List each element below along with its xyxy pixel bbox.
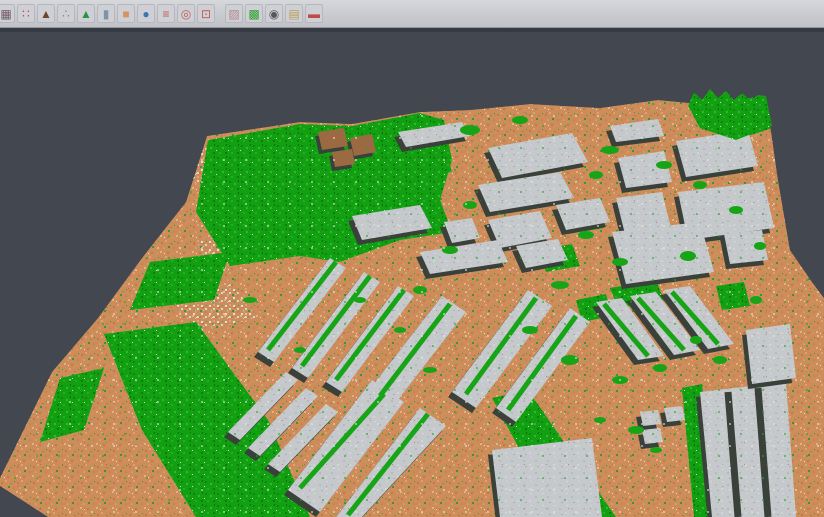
checker-pattern-icon-glyph: ▨ <box>228 8 239 20</box>
building-class-icon-glyph: ▮ <box>103 8 110 20</box>
checker-pattern-icon[interactable]: ▨ <box>225 4 243 23</box>
terrain-hill-icon[interactable]: ▲ <box>37 4 55 23</box>
globe-model-icon[interactable]: ● <box>137 4 155 23</box>
profile-stack-icon[interactable]: ≡ <box>157 4 175 23</box>
measurement-icon-glyph: ▤ <box>288 8 299 20</box>
classify-tool-icon[interactable]: ▦ <box>0 4 15 23</box>
circle-selection-icon-glyph: ◎ <box>181 8 191 20</box>
ground-class-icon-glyph: ■ <box>122 8 129 20</box>
vegetation-class-icon[interactable]: ▲ <box>77 4 95 23</box>
classify-tool-icon-glyph: ▦ <box>0 8 11 20</box>
measurement-icon[interactable]: ▤ <box>285 4 303 23</box>
flag-report-icon-glyph: ▬ <box>308 8 320 20</box>
low-points-icon-glyph: ∴ <box>62 8 70 20</box>
3d-viewport[interactable] <box>0 28 824 517</box>
circle-selection-icon[interactable]: ◎ <box>177 4 195 23</box>
classification-palette-icon-glyph: ▩ <box>248 8 259 20</box>
globe-model-icon-glyph: ● <box>142 8 149 20</box>
point-cloud-scene <box>0 28 824 517</box>
fence-selection-icon[interactable]: ⊡ <box>197 4 215 23</box>
point-classes-icon[interactable]: ∷ <box>17 4 35 23</box>
ground-class-icon[interactable]: ■ <box>117 4 135 23</box>
low-points-icon[interactable]: ∴ <box>57 4 75 23</box>
terrain-hill-icon-glyph: ▲ <box>40 8 52 20</box>
toolbar-separator <box>216 5 224 23</box>
flag-report-icon[interactable]: ▬ <box>305 4 323 23</box>
fence-selection-icon-glyph: ⊡ <box>201 8 211 20</box>
point-classes-icon-glyph: ∷ <box>22 8 30 20</box>
building-class-icon[interactable]: ▮ <box>97 4 115 23</box>
vegetation-class-icon-glyph: ▲ <box>80 8 92 20</box>
main-toolbar: ▦ ∷ ▲ ∴ ▲ ▮ ■ ● ≡ ◎ ⊡ ▨ ▩ ◉ ▤ ▬ <box>0 0 824 28</box>
application-window: ▦ ∷ ▲ ∴ ▲ ▮ ■ ● ≡ ◎ ⊡ ▨ ▩ ◉ ▤ ▬ <box>0 0 824 517</box>
profile-stack-icon-glyph: ≡ <box>162 8 169 20</box>
viewpoint-camera-icon-glyph: ◉ <box>269 8 279 20</box>
classification-palette-icon[interactable]: ▩ <box>245 4 263 23</box>
viewpoint-camera-icon[interactable]: ◉ <box>265 4 283 23</box>
viewport-top-shade <box>0 28 824 32</box>
